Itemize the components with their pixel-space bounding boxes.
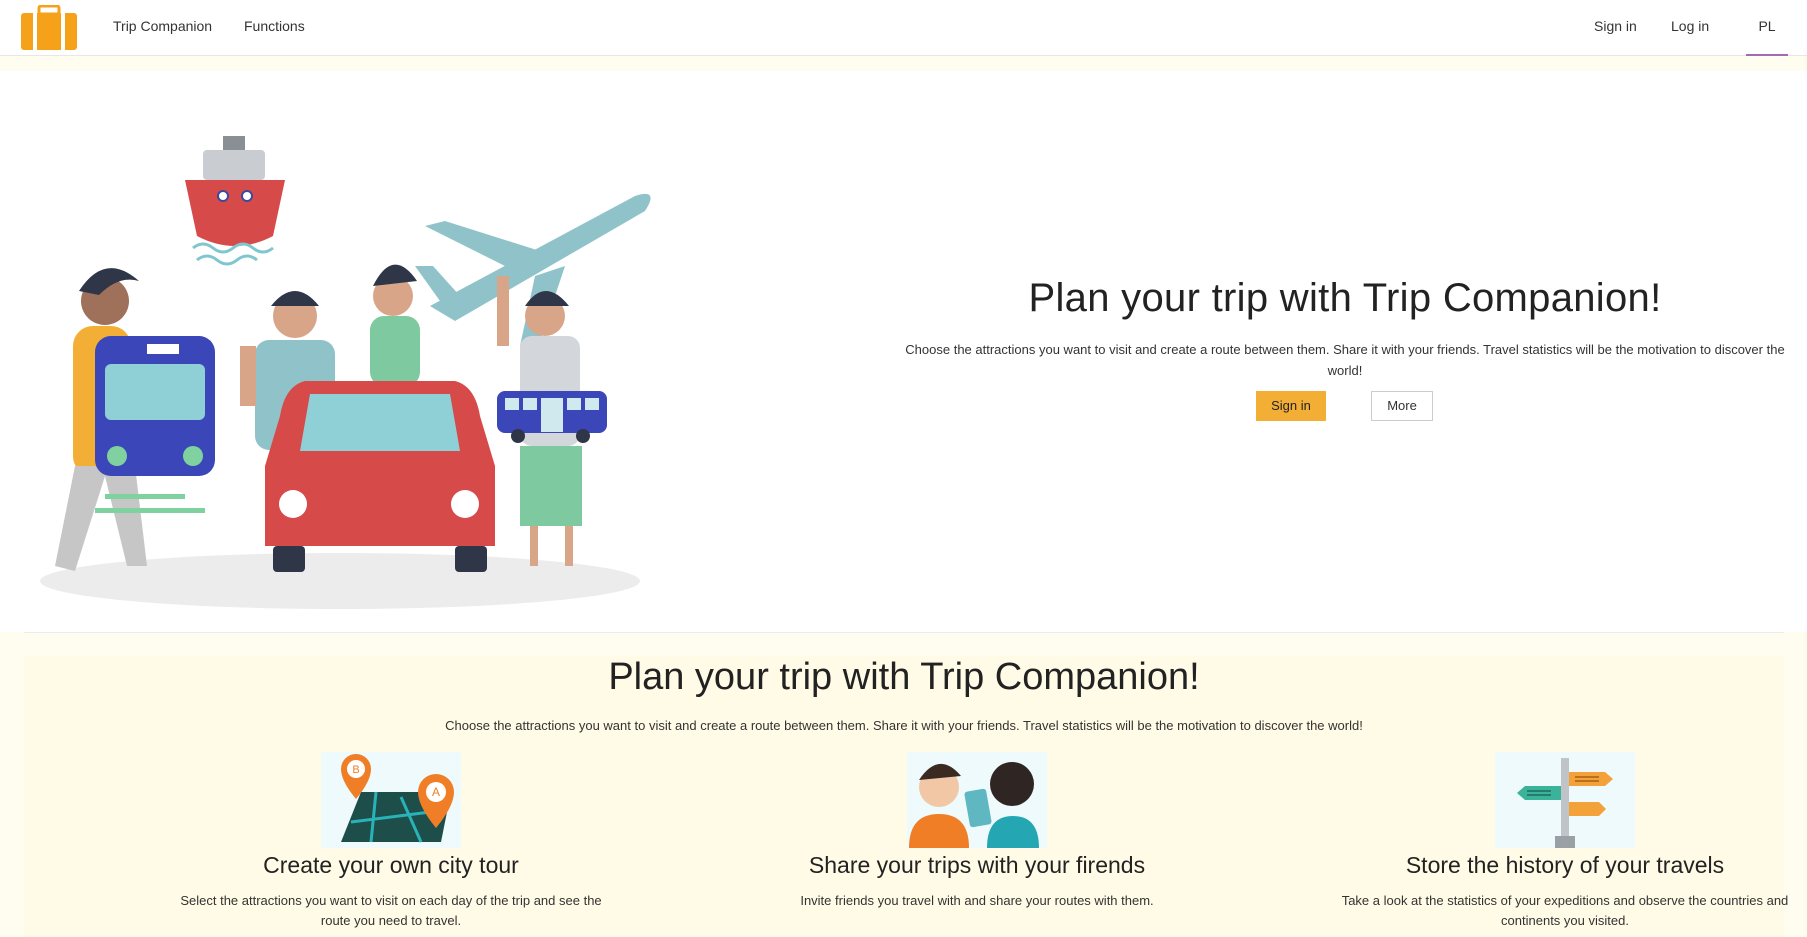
map-pins-icon: B A — [321, 752, 461, 848]
travelers-illustration — [40, 136, 651, 609]
language-switch[interactable]: PL — [1746, 0, 1788, 56]
nav-link-functions[interactable]: Functions — [244, 0, 305, 56]
hero-more-button[interactable]: More — [1371, 391, 1433, 421]
svg-text:A: A — [432, 785, 440, 799]
feature-travel-history: Store the history of your travels Take a… — [1340, 752, 1790, 931]
feature-description: Select the attractions you want to visit… — [180, 893, 602, 928]
suitcase-logo-icon[interactable] — [20, 5, 78, 51]
hero-title: Plan your trip with Trip Companion! — [1028, 276, 1662, 320]
nav-link-log-in[interactable]: Log in — [1671, 0, 1709, 56]
section-divider — [24, 632, 1784, 633]
feature-description: Take a look at the statistics of your ex… — [1341, 893, 1789, 928]
hero-text: Plan your trip with Trip Companion! Choo… — [905, 276, 1785, 423]
hero-buttons: Sign in More — [905, 391, 1785, 423]
features-description: Choose the attractions you want to visit… — [445, 718, 1363, 733]
nav-link-sign-in[interactable]: Sign in — [1594, 0, 1637, 56]
features-section: Plan your trip with Trip Companion! Choo… — [24, 656, 1788, 937]
feature-description: Invite friends you travel with and share… — [800, 893, 1154, 908]
hero-section: Plan your trip with Trip Companion! Choo… — [0, 71, 1807, 632]
feature-share-trips: Share your trips with your firends Invit… — [752, 752, 1202, 911]
svg-text:B: B — [352, 764, 359, 776]
car-icon — [265, 381, 495, 572]
feature-title: Store the history of your travels — [1405, 852, 1725, 878]
features-title: Plan your trip with Trip Companion! — [608, 656, 1200, 698]
hero-sign-in-button[interactable]: Sign in — [1256, 391, 1326, 421]
ship-icon — [185, 136, 285, 266]
signpost-icon — [1495, 752, 1635, 848]
feature-title: Create your own city tour — [263, 852, 519, 878]
top-navbar: Trip Companion Functions Sign in Log in … — [0, 0, 1807, 56]
feature-title: Share your trips with your firends — [808, 852, 1146, 878]
hero-description: Choose the attractions you want to visit… — [905, 342, 1785, 378]
feature-city-tour: B A Create your own city tour Select the… — [166, 752, 616, 931]
friends-sharing-icon — [907, 752, 1047, 848]
nav-link-trip-companion[interactable]: Trip Companion — [113, 0, 212, 56]
